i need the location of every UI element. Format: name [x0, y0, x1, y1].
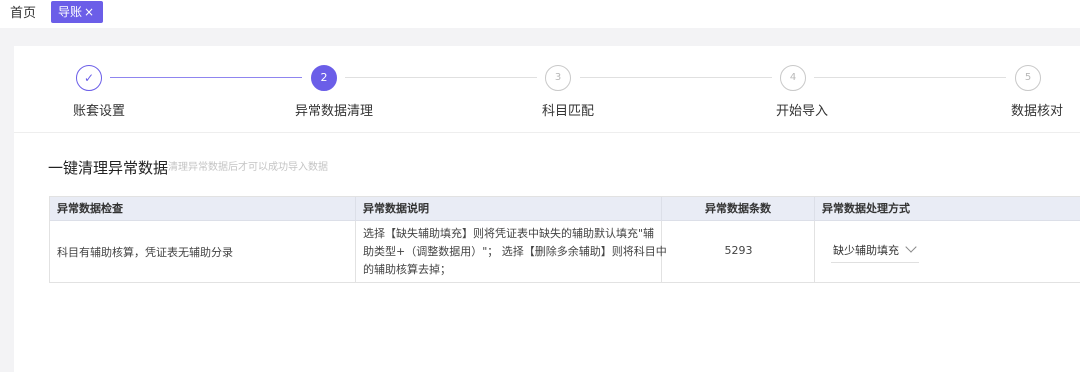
- step-3-label: 科目匹配: [542, 104, 595, 119]
- tab-bar: 首页 导账 ×: [0, 0, 1080, 28]
- cell-count: 5293: [662, 221, 815, 283]
- step-connector-2: [345, 77, 537, 78]
- step-connector-3: [580, 77, 772, 78]
- description-text: 选择【缺失辅助填充】则将凭证表中缺失的辅助默认填充"辅 助类型+（调整数据用）"…: [363, 225, 667, 279]
- step-2-label: 异常数据清理: [295, 104, 374, 119]
- section-hint: 清理异常数据后才可以成功导入数据: [168, 162, 328, 173]
- close-icon[interactable]: ×: [84, 1, 94, 23]
- step-connector-1: [110, 77, 302, 78]
- header-description: 异常数据说明: [356, 197, 662, 221]
- step-connector-4: [814, 77, 1006, 78]
- method-select-value: 缺少辅助填充: [833, 244, 899, 257]
- divider: [14, 132, 1080, 133]
- cell-description: 选择【缺失辅助填充】则将凭证表中缺失的辅助默认填充"辅 助类型+（调整数据用）"…: [356, 221, 667, 283]
- tab-home[interactable]: 首页: [10, 6, 36, 22]
- section-title: 一键清理异常数据: [48, 159, 169, 177]
- description-line-3: 的辅助核算去掉；: [363, 263, 451, 276]
- description-line-2: 助类型+（调整数据用）"； 选择【删除多余辅助】则将科目中: [363, 245, 667, 258]
- anomaly-table: 异常数据检查 异常数据说明 异常数据条数 异常数据处理方式 科目有辅助核算，凭证…: [49, 196, 1080, 283]
- tab-import[interactable]: 导账 ×: [51, 1, 103, 23]
- chevron-down-icon: [905, 241, 917, 253]
- step-5-label: 数据核对: [1011, 104, 1064, 119]
- header-count: 异常数据条数: [662, 197, 815, 221]
- check-text: 科目有辅助核算，凭证表无辅助分录: [57, 246, 233, 259]
- step-1-label: 账套设置: [73, 104, 126, 119]
- table-header: 异常数据检查 异常数据说明 异常数据条数 异常数据处理方式: [50, 197, 1080, 221]
- step-3-number: 3: [545, 65, 571, 91]
- method-select[interactable]: 缺少辅助填充: [831, 239, 919, 263]
- header-check: 异常数据检查: [50, 197, 356, 221]
- step-1-check-icon: ✓: [76, 65, 102, 91]
- description-line-1: 选择【缺失辅助填充】则将凭证表中缺失的辅助默认填充"辅: [363, 227, 655, 240]
- tab-import-label: 导账: [58, 5, 83, 19]
- step-5-number: 5: [1015, 65, 1041, 91]
- step-4-label: 开始导入: [776, 104, 829, 119]
- cell-method: 缺少辅助填充: [815, 221, 1080, 283]
- step-2-number: 2: [311, 65, 337, 91]
- cell-check: 科目有辅助核算，凭证表无辅助分录: [50, 221, 356, 283]
- step-4-number: 4: [780, 65, 806, 91]
- header-method: 异常数据处理方式: [822, 202, 910, 215]
- main-panel: ✓ 2 3 4 5 账套设置 异常数据清理 科目匹配 开始导入 数据核对 一键清…: [14, 46, 1080, 372]
- count-value: 5293: [724, 244, 753, 257]
